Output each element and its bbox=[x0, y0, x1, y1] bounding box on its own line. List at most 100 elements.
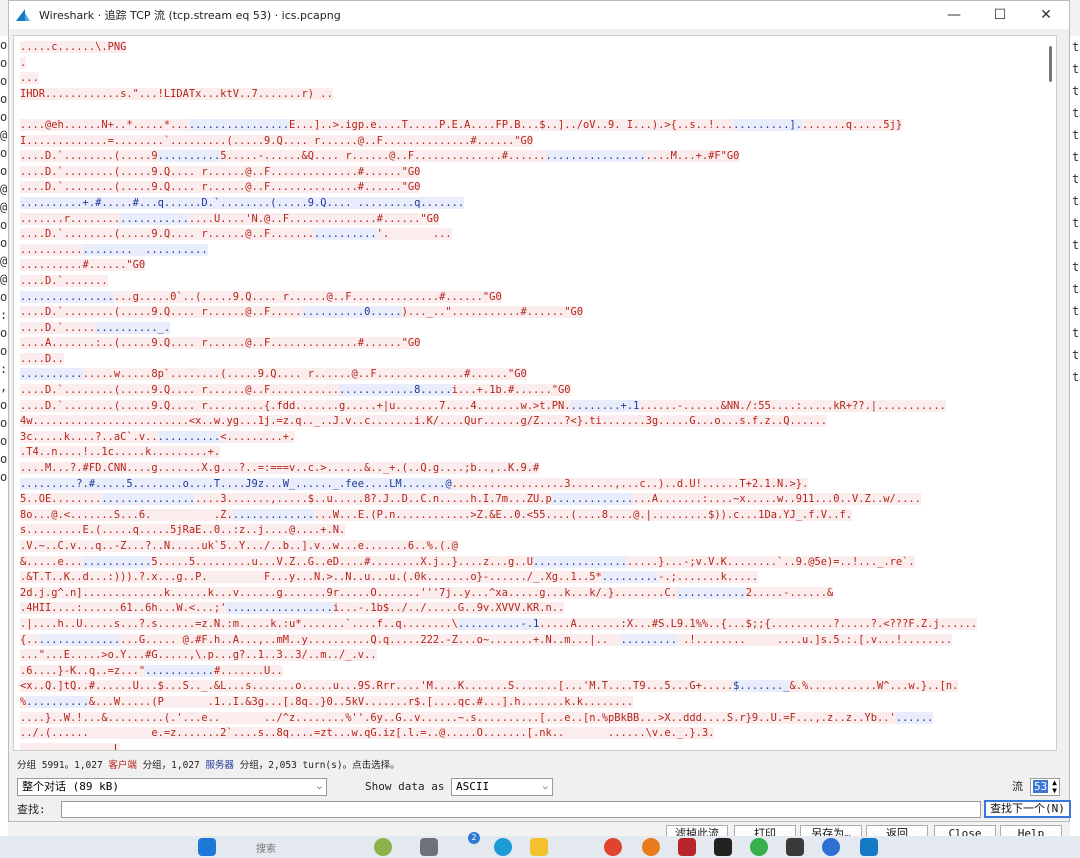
stream-line[interactable]: ..................g.....0`..(.....9.Q...… bbox=[20, 290, 1030, 306]
stream-line[interactable]: <x..Q.]tQ..#......U...$...S.._.&L...s...… bbox=[20, 679, 1030, 695]
stream-line[interactable]: 3c.....k....?..aC`.v............<.......… bbox=[20, 430, 1030, 446]
edge-browser-icon[interactable] bbox=[494, 838, 512, 856]
stream-line[interactable]: 5..OE...........................3.......… bbox=[20, 492, 1030, 508]
stream-line[interactable]: ..........#......"G0 bbox=[20, 258, 1030, 274]
windows-start-icon[interactable] bbox=[198, 838, 216, 856]
client-data-segment: 2.....-......& bbox=[745, 586, 834, 599]
stream-line[interactable]: ....D.. bbox=[20, 352, 1030, 368]
chrome-icon[interactable] bbox=[604, 838, 622, 856]
client-data-segment: ....U....'N.@..F..............#......"G0 bbox=[188, 212, 440, 225]
client-data-segment: ..................3.......,...c..)..d.U!… bbox=[451, 477, 809, 490]
status-prefix: 分组 5991。1,027 bbox=[17, 760, 109, 771]
stream-content-pane[interactable]: .....c......\.PNG.... IHDR............s."… bbox=[13, 35, 1057, 751]
stream-line[interactable]: .|....h..U.....s...?.s......=z.N.:m.....… bbox=[20, 617, 1030, 633]
stream-line[interactable]: .T4..n....!..1c.....k.........+. bbox=[20, 445, 1030, 461]
stream-line[interactable]: ..........+.#.....#...q......D.`........… bbox=[20, 196, 1030, 212]
stream-line[interactable]: .&T.T..K..d...:))).?.x...g..P. F...y...N… bbox=[20, 570, 1030, 586]
status-text: 分组 5991。1,027 客户端 分组，1,027 服务器 分组，2,053 … bbox=[17, 757, 400, 771]
stream-line[interactable]: .......r.......................U....'N.@… bbox=[20, 212, 1030, 228]
stream-line[interactable]: .4HII....:......61..6h...W.<...;'.......… bbox=[20, 601, 1030, 617]
client-data-segment: .V.~..C.v...q..-Z...?..N.....uk`5..Y.../… bbox=[20, 540, 458, 552]
stream-line[interactable]: ....D.`........(.....9.Q.... r......@..F… bbox=[20, 227, 1030, 243]
stream-text[interactable]: .....c......\.PNG.... IHDR............s."… bbox=[20, 40, 1030, 750]
stream-number-spinbox[interactable]: 53 ▲ ▼ bbox=[1030, 778, 1060, 796]
find-input[interactable] bbox=[61, 801, 981, 818]
stream-line[interactable]: s.........E.(.....q.....5jRaE..0..:z..j.… bbox=[20, 523, 1030, 539]
wechat-icon[interactable] bbox=[750, 838, 768, 856]
stream-line[interactable]: .6....}-K..q..=z..."...........#.......U… bbox=[20, 664, 1030, 680]
stream-line[interactable]: ....@eh......N+..*.....*................… bbox=[20, 118, 1030, 134]
app-icon[interactable] bbox=[822, 838, 840, 856]
server-data-segment: ........+.1 bbox=[570, 399, 640, 412]
background-glyph: t bbox=[1072, 62, 1080, 76]
stream-line[interactable]: .........?.#.....5........o....T....J9z.… bbox=[20, 477, 1030, 493]
stream-line[interactable]: . bbox=[20, 56, 1030, 72]
client-data-segment: ....D.`........(.....9.Q.... r......@..F… bbox=[20, 165, 421, 178]
stream-line[interactable]: ....D.`........(.....9.Q.... r.........{… bbox=[20, 399, 1030, 415]
close-window-button[interactable]: ✕ bbox=[1023, 1, 1069, 29]
minimize-button[interactable]: — bbox=[931, 1, 977, 29]
stream-line[interactable]: ... bbox=[20, 71, 1030, 87]
client-data-segment: ...G..... @.#F.h..A...,..mM..y..........… bbox=[120, 633, 621, 646]
scrollbar-thumb[interactable] bbox=[1049, 46, 1052, 82]
client-data-segment: ....D.`........(.....9.Q.... r......@..F… bbox=[20, 228, 315, 241]
client-data-segment: IHDR............s."...!LIDATx...ktV..7..… bbox=[20, 87, 333, 100]
stream-line[interactable]: &.....e..............5.....5.........u..… bbox=[20, 555, 1030, 571]
background-glyph: : bbox=[0, 308, 8, 322]
stream-line[interactable]: ...............L bbox=[20, 742, 1030, 750]
show-data-value: ASCII bbox=[456, 780, 490, 793]
search-app-icon[interactable] bbox=[642, 838, 660, 856]
stream-line[interactable]: .................. .......... bbox=[20, 243, 1030, 259]
stream-line[interactable]: ....D.`........(.....9.Q.... r......@..F… bbox=[20, 383, 1030, 399]
spin-arrows-icon[interactable]: ▲ ▼ bbox=[1052, 779, 1057, 795]
show-data-select[interactable]: ASCII ⌵ bbox=[451, 778, 553, 796]
client-data-segment: &...W.....(P .1..I.&3g...[.8q..}0..5kV..… bbox=[88, 695, 634, 708]
client-data-segment: ../.(...... e.=z.......2`....s..8q....=z… bbox=[20, 727, 715, 740]
taskbar-search-text[interactable]: 搜索 bbox=[256, 840, 276, 855]
client-data-segment: .....A.......:X...#S.L9.1%%..{...$;;{...… bbox=[539, 617, 978, 630]
client-data-segment: s.........E.(.....q.....5jRaE..0..:z..j.… bbox=[20, 524, 346, 537]
stream-line[interactable]: 8o...@.<.......S...6. .Z................… bbox=[20, 508, 1030, 524]
stream-line[interactable]: ..."...E.....>o.Y...#G.....,\.p...g?..1.… bbox=[20, 648, 1030, 664]
stream-line[interactable]: ....M...?.#FD.CNN....g.......X.g...?..=:… bbox=[20, 461, 1030, 477]
background-window-right-edge: ttttttttatatatatatattt bbox=[1070, 36, 1080, 836]
stream-line[interactable]: ../.(...... e.=z.......2`....s..8q....=z… bbox=[20, 726, 1030, 742]
stream-line[interactable]: 2d.j.g^.n].............k......k...v.....… bbox=[20, 586, 1030, 602]
server-data-segment: ................ bbox=[545, 150, 646, 163]
client-data-segment: .!........ ....u.]s.5.:.[.v...!........ bbox=[676, 633, 953, 646]
client-data-segment: '. ... bbox=[376, 228, 452, 241]
app-icon[interactable] bbox=[678, 838, 696, 856]
stream-line[interactable]: IHDR............s."...!LIDATx...ktV..7..… bbox=[20, 87, 1030, 103]
maximize-button[interactable]: ☐ bbox=[977, 1, 1023, 29]
stream-line[interactable]: .....c......\.PNG bbox=[20, 40, 1030, 56]
stream-line[interactable]: ....D.`....... bbox=[20, 274, 1030, 290]
file-explorer-icon[interactable] bbox=[530, 838, 548, 856]
stream-line[interactable]: %..........&...W.....(P .1..I.&3g...[.8q… bbox=[20, 695, 1030, 711]
client-data-segment: &.%...........W^...w.}..[n. bbox=[789, 680, 959, 693]
vertical-scrollbar[interactable] bbox=[1042, 36, 1056, 750]
qq-icon[interactable] bbox=[714, 838, 732, 856]
stream-line[interactable]: ....D.`........(.....9.Q.... r......@..F… bbox=[20, 305, 1030, 321]
app-icon[interactable] bbox=[374, 838, 392, 856]
stream-line[interactable]: ....D.`........(.....9.Q.... r......@..F… bbox=[20, 165, 1030, 181]
app-icon[interactable] bbox=[786, 838, 804, 856]
stream-line[interactable]: ....D.`........(.....9.Q.... r......@..F… bbox=[20, 180, 1030, 196]
stream-line[interactable]: 4w.........................<x..w.yg...1j… bbox=[20, 414, 1030, 430]
client-data-segment: <x..Q.]tQ..#......U...$...S.._.&L...s...… bbox=[20, 680, 734, 693]
app-icon[interactable] bbox=[420, 838, 438, 856]
stream-line[interactable] bbox=[20, 102, 1030, 118]
background-glyph: t bbox=[1072, 348, 1080, 362]
stream-line[interactable]: ...............w.....8p`........(.....9.… bbox=[20, 367, 1030, 383]
stream-line[interactable]: .V.~..C.v...q..-Z...?..N.....uk`5..Y.../… bbox=[20, 539, 1030, 555]
stream-line[interactable]: I.............=........`.........(.....9… bbox=[20, 134, 1030, 150]
wireshark-taskbar-icon[interactable] bbox=[860, 838, 878, 856]
status-mid: 分组，1,027 bbox=[136, 760, 206, 771]
stream-line[interactable]: ....}..W.!...&.........(.'...e.. ../^z..… bbox=[20, 711, 1030, 727]
find-next-button[interactable]: 查找下一个(N) bbox=[984, 800, 1071, 818]
stream-line[interactable]: {..................G..... @.#F.h..A...,.… bbox=[20, 633, 1030, 649]
stream-line[interactable]: ....A.......:..(.....9.Q.... r......@..F… bbox=[20, 336, 1030, 352]
stream-line[interactable]: ....D.`..............._. bbox=[20, 321, 1030, 337]
conversation-select[interactable]: 整个对话 (89 kB) ⌵ bbox=[17, 778, 327, 796]
stream-line[interactable]: ....D.`........(.....9..........5.....-.… bbox=[20, 149, 1030, 165]
client-data-segment: &.....e... bbox=[20, 555, 83, 568]
